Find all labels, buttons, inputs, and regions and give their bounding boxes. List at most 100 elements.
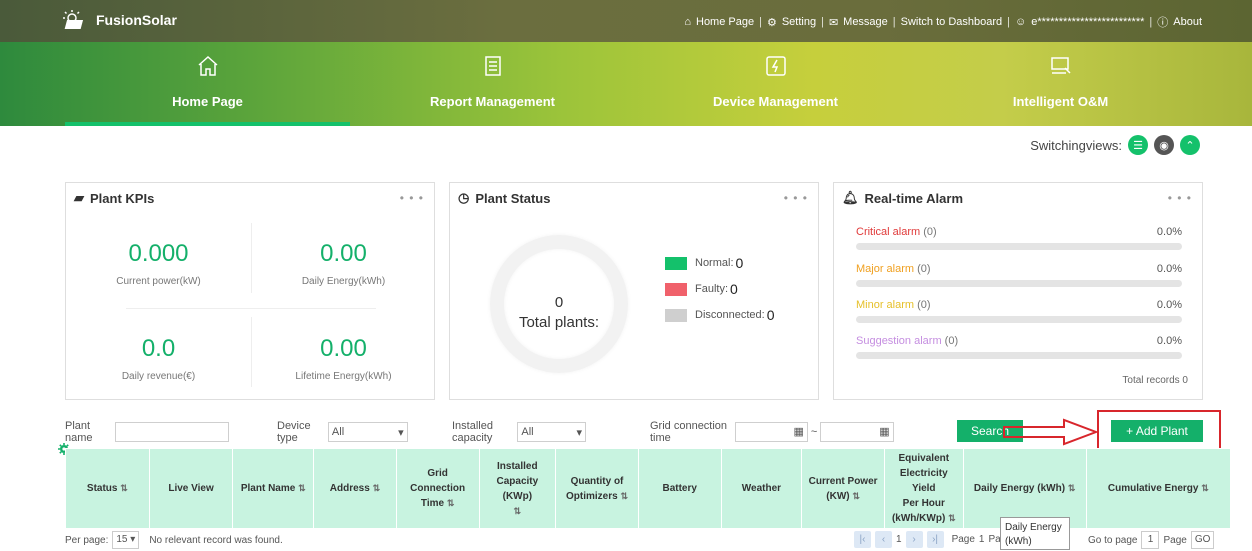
per-page-value: 15: [116, 534, 128, 545]
header-label: Electricity Yield: [899, 468, 948, 494]
chevron-up-icon[interactable]: ⌃: [1180, 135, 1200, 155]
col-address[interactable]: Address ⇅: [313, 448, 397, 529]
header-label: Per Hour: [902, 498, 945, 509]
more-icon[interactable]: • • •: [400, 191, 424, 205]
dashboard-link[interactable]: Switch to Dashboard: [901, 16, 1003, 28]
date-separator: ~: [810, 426, 818, 438]
nav-home[interactable]: Home Page: [65, 42, 350, 126]
legend-swatch: [665, 256, 687, 270]
alarm-bar: [856, 280, 1182, 287]
sort-icon[interactable]: ⇅: [620, 491, 628, 501]
filter-label: Plant name: [65, 420, 93, 444]
sort-icon[interactable]: ⇅: [120, 483, 128, 493]
kpi-value: 0.00: [320, 335, 367, 362]
report-icon: [484, 56, 501, 76]
globe-icon[interactable]: ◉: [1154, 135, 1174, 155]
total-plants-value: 0: [554, 294, 564, 311]
setting-link[interactable]: Setting: [782, 16, 816, 28]
col-grid-time[interactable]: Grid Connection Time ⇅: [395, 448, 480, 529]
col-battery: Battery: [637, 448, 722, 529]
top-links: ⌂ Home Page | ⚙ Setting | ✉ Message | Sw…: [684, 14, 1202, 30]
add-plant-button[interactable]: + Add Plant: [1111, 420, 1203, 442]
more-icon[interactable]: • • •: [784, 191, 808, 205]
legend-value: 0: [766, 307, 775, 323]
kpi-daily-revenue: 0.0 Daily revenue(€): [66, 335, 251, 382]
sort-icon[interactable]: ⇅: [514, 506, 522, 516]
col-current-power[interactable]: Current Power (KW) ⇅: [801, 448, 885, 529]
clock-icon: ◷: [458, 190, 470, 205]
separator: |: [759, 16, 762, 28]
legend-swatch: [665, 308, 687, 322]
capacity-select[interactable]: All ▾: [517, 422, 586, 442]
alarm-major[interactable]: Major alarm (0) 0.0%: [856, 263, 1182, 287]
col-plant-name[interactable]: Plant Name ⇅: [232, 448, 315, 529]
goto-input[interactable]: 1: [1141, 531, 1160, 549]
sort-icon[interactable]: ⇅: [948, 513, 956, 523]
plant-status-panel: ◷ Plant Status • • • 0 Total plants: Nor…: [449, 182, 819, 400]
calendar-icon[interactable]: ▦: [793, 426, 803, 438]
device-type-select[interactable]: All ▾: [327, 422, 408, 442]
sun-logo-icon: [63, 10, 84, 29]
current-page-number[interactable]: 1: [896, 534, 902, 545]
sort-icon[interactable]: ⇅: [1068, 483, 1076, 493]
nav-report[interactable]: Report Management: [350, 42, 635, 126]
header-label: Plant Name: [240, 483, 296, 494]
kpi-value: 0.00: [320, 240, 367, 267]
header-label: Current Power: [808, 475, 878, 487]
start-date-input[interactable]: ▦: [735, 422, 808, 442]
sort-icon[interactable]: ⇅: [298, 483, 306, 493]
col-status[interactable]: Status ⇅: [65, 448, 150, 529]
alarm-label: Suggestion alarm: [856, 335, 942, 347]
alarm-critical[interactable]: Critical alarm (0) 0.0%: [856, 226, 1182, 250]
last-page-icon[interactable]: ›|: [926, 531, 944, 548]
sort-icon[interactable]: ⇅: [1201, 483, 1209, 493]
message-link[interactable]: Message: [843, 16, 888, 28]
sort-icon[interactable]: ⇅: [447, 498, 455, 508]
red-arrow-annotation: [1003, 418, 1099, 446]
panel-header: ◷ Plant Status: [450, 183, 818, 213]
header-label: Capacity (KWp): [496, 475, 539, 502]
nav-report-label: Report Management: [430, 94, 555, 109]
col-cumulative-energy[interactable]: Cumulative Energy ⇅: [1085, 448, 1232, 529]
next-page-icon[interactable]: ›: [905, 531, 923, 548]
calendar-icon[interactable]: ▦: [879, 426, 889, 438]
kpi-label: Current power(kW): [116, 276, 201, 287]
divider: [126, 308, 376, 309]
alarm-minor[interactable]: Minor alarm (0) 0.0%: [856, 299, 1182, 323]
more-icon[interactable]: • • •: [1168, 191, 1192, 205]
alarm-suggestion[interactable]: Suggestion alarm (0) 0.0%: [856, 335, 1182, 359]
per-page-select[interactable]: 15 ▾: [112, 531, 140, 549]
app-logo[interactable]: FusionSolar: [62, 9, 177, 31]
alarm-panel: 🔔︎ Real-time Alarm • • • Critical alarm …: [833, 182, 1203, 400]
panel-header: ▰ Plant KPIs: [66, 183, 434, 213]
end-date-input[interactable]: ▦: [820, 422, 894, 442]
nav-om[interactable]: Intelligent O&M: [918, 42, 1203, 126]
nav-device[interactable]: Device Management: [633, 42, 918, 126]
no-record-text: No relevant record was found.: [149, 534, 283, 546]
go-to-page: Go to page 1 Page GO: [1088, 531, 1215, 549]
prev-page-icon[interactable]: ‹: [875, 531, 892, 548]
separator: |: [1149, 16, 1153, 28]
panel-header: 🔔︎ Real-time Alarm: [834, 183, 1202, 213]
per-page-label: Per page:: [65, 534, 109, 546]
list-view-icon[interactable]: ☰: [1128, 135, 1148, 155]
sort-icon[interactable]: ⇅: [373, 483, 381, 493]
alarm-label: Critical alarm: [856, 226, 921, 238]
legend-normal: Normal: 0: [665, 255, 743, 271]
header-label: Battery: [662, 483, 697, 494]
col-equivalent-yield[interactable]: Equivalent Electricity Yield Per Hour (kWh/…: [883, 448, 964, 529]
legend-swatch: [665, 282, 687, 296]
alarm-count: (0): [917, 299, 931, 311]
go-button[interactable]: GO: [1190, 531, 1215, 549]
plant-name-input[interactable]: [114, 422, 229, 442]
about-link[interactable]: About: [1173, 16, 1202, 28]
gear-icon: ⚙: [766, 16, 777, 29]
select-value: All: [521, 426, 534, 438]
home-link[interactable]: Home Page: [696, 16, 754, 28]
kpi-label: Daily revenue(€): [121, 371, 196, 382]
first-page-icon[interactable]: |‹: [854, 531, 871, 548]
sort-icon[interactable]: ⇅: [852, 491, 860, 501]
user-link[interactable]: e*************************: [1031, 16, 1144, 28]
col-optimizers[interactable]: Quantity of Optimizers ⇅: [555, 448, 639, 529]
col-capacity[interactable]: Installed Capacity (KWp) ⇅: [478, 448, 557, 529]
